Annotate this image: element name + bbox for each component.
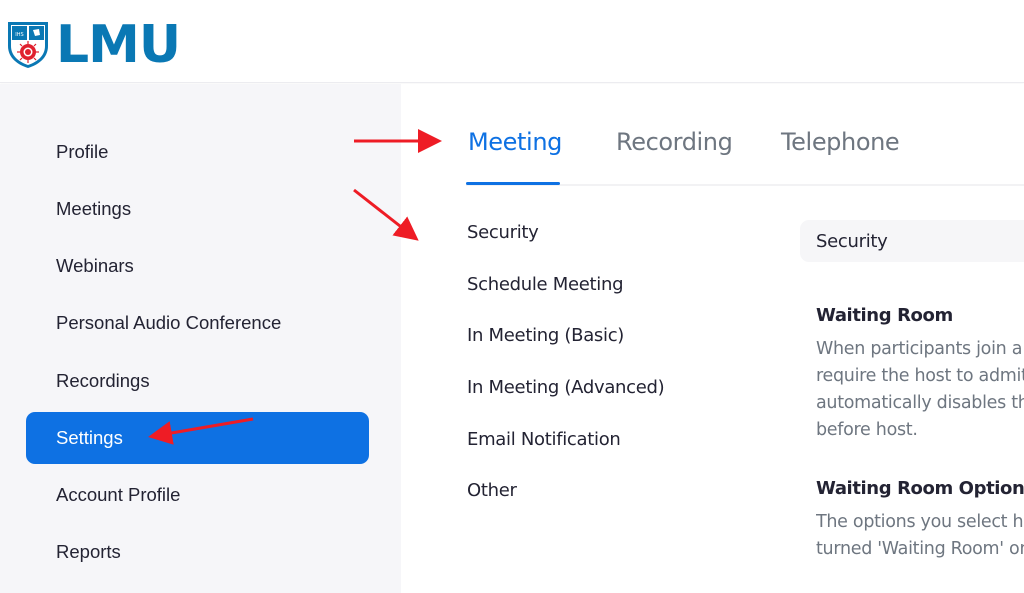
sidebar-item-account-profile[interactable]: Account Profile	[26, 469, 369, 521]
description-line: automatically disables the	[816, 393, 1024, 413]
sidebar-nav: Profile Meetings Webinars Personal Audio…	[0, 84, 401, 593]
settings-main: Meeting Recording Telephone Security Sch…	[401, 84, 1024, 593]
settings-tabs: Meeting Recording Telephone	[466, 84, 1024, 186]
setting-description-waiting-room-options: The options you select he turned 'Waitin…	[816, 509, 1024, 563]
lmu-shield-icon: IHS	[8, 22, 48, 68]
tab-meeting[interactable]: Meeting	[468, 128, 562, 156]
subnav-schedule-meeting[interactable]: Schedule Meeting	[467, 274, 624, 295]
sidebar-item-webinars[interactable]: Webinars	[26, 240, 369, 292]
description-line: turned 'Waiting Room' on	[816, 539, 1024, 559]
subnav-security[interactable]: Security	[467, 222, 539, 243]
setting-title-waiting-room: Waiting Room	[816, 305, 953, 326]
sidebar-item-profile[interactable]: Profile	[26, 126, 369, 178]
setting-description-waiting-room: When participants join a require the hos…	[816, 336, 1024, 444]
sidebar-item-reports[interactable]: Reports	[26, 526, 369, 578]
tab-telephone[interactable]: Telephone	[781, 128, 900, 156]
subnav-email-notification[interactable]: Email Notification	[467, 429, 621, 450]
active-tab-indicator	[466, 182, 560, 185]
description-line: require the host to admit	[816, 366, 1024, 386]
setting-title-waiting-room-options: Waiting Room Options	[816, 478, 1024, 499]
sidebar-item-personal-audio-conference[interactable]: Personal Audio Conference	[26, 297, 369, 349]
description-line: When participants join a	[816, 339, 1023, 359]
tab-recording[interactable]: Recording	[616, 128, 733, 156]
description-line: The options you select he	[816, 512, 1024, 532]
header: IHS LMU	[0, 0, 1024, 83]
description-line: before host.	[816, 420, 918, 440]
sidebar-item-settings[interactable]: Settings	[26, 412, 369, 464]
subnav-in-meeting-basic[interactable]: In Meeting (Basic)	[467, 325, 624, 346]
sidebar-item-meetings[interactable]: Meetings	[26, 183, 369, 235]
subnav-other[interactable]: Other	[467, 480, 517, 501]
subnav-in-meeting-advanced[interactable]: In Meeting (Advanced)	[467, 377, 665, 398]
svg-text:IHS: IHS	[15, 32, 23, 38]
lmu-logo[interactable]: IHS LMU	[6, 15, 181, 75]
sidebar-item-recordings[interactable]: Recordings	[26, 355, 369, 407]
logo-text: LMU	[56, 15, 181, 75]
section-header-security: Security	[800, 220, 1024, 262]
